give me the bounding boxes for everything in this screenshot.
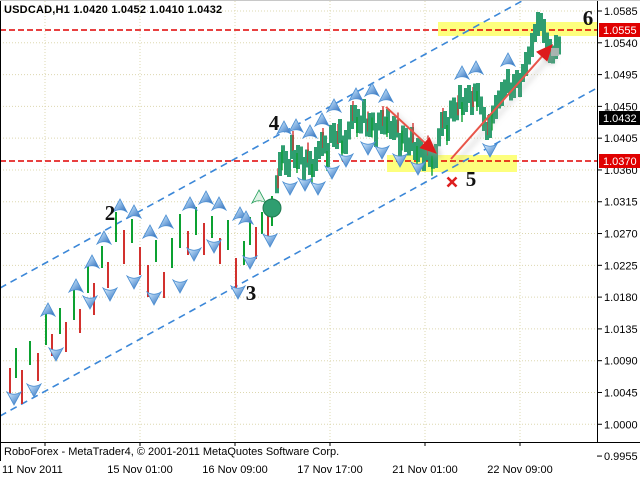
y-axis-label: 1.0135 [604, 324, 638, 336]
y-axis-label: 1.0540 [604, 38, 638, 50]
wave-label: 3 [246, 281, 257, 305]
y-axis-label: 0.9955 [604, 451, 638, 463]
chart-title: USDCAD,H1 1.0420 1.0452 1.0410 1.0432 [4, 4, 222, 16]
wave-label: 6 [583, 6, 594, 30]
x-axis-label: 21 Nov 01:00 [392, 464, 457, 476]
y-axis-label: 1.0405 [604, 133, 638, 145]
fractal-up-icon [199, 191, 213, 204]
fractal-up-icon [455, 66, 469, 79]
fractal-up-icon [159, 215, 173, 228]
y-axis-label: 1.0000 [604, 419, 638, 431]
wave-label: 5 [466, 167, 477, 191]
fractal-down-icon [147, 292, 161, 305]
fractal-down-icon [27, 384, 41, 397]
x-axis-label: 11 Nov 2011 [2, 464, 63, 476]
x-axis-label: 15 Nov 01:00 [107, 464, 172, 476]
fractal-up-icon [303, 125, 317, 138]
fractal-up-icon [365, 83, 379, 96]
fractal-down-icon [311, 182, 325, 195]
y-axis-label: 1.0270 [604, 229, 638, 241]
wave-label: 2 [105, 201, 116, 225]
trend-channel-line [0, 1, 522, 288]
price-tag-label: 1.0432 [603, 113, 637, 125]
fractal-down-icon [263, 234, 277, 247]
trend-channel-line [0, 88, 597, 416]
fractal-down-icon [207, 240, 221, 253]
copyright-text: RoboForex - MetaTrader4, © 2001-2011 Met… [4, 446, 339, 458]
price-tag-label: 1.0555 [603, 25, 637, 37]
arrow-anchor-square [551, 48, 559, 56]
fractal-up-icon [252, 190, 266, 203]
fractal-down-icon [325, 166, 339, 179]
fractal-down-icon [231, 286, 245, 299]
fractal-up-icon [85, 255, 99, 268]
x-axis-label: 17 Nov 17:00 [297, 464, 362, 476]
fractal-up-icon [315, 113, 329, 126]
fractal-down-icon [243, 256, 257, 269]
y-axis-label: 1.0585 [604, 6, 638, 18]
fractal-down-icon [339, 154, 353, 167]
fractal-up-icon [289, 119, 303, 132]
fractal-down-icon [187, 248, 201, 261]
fractal-down-icon [103, 288, 117, 301]
fractal-up-icon [183, 197, 197, 210]
x-axis-label: 22 Nov 09:00 [487, 464, 552, 476]
fractal-down-icon [283, 182, 297, 195]
price-chart-canvas[interactable]: 234561.05851.05401.04951.04501.04051.036… [0, 1, 640, 481]
entry-point-circle [263, 199, 281, 217]
fractal-up-icon [69, 279, 83, 292]
y-axis-label: 1.0495 [604, 70, 638, 82]
fractal-up-icon [379, 89, 393, 102]
fractal-up-icon [469, 61, 483, 74]
wave-label: 4 [269, 111, 280, 135]
fractal-up-icon [501, 53, 515, 66]
fractal-down-icon [298, 178, 312, 191]
price-tag-label: 1.0370 [603, 156, 637, 168]
y-axis-label: 1.0225 [604, 260, 638, 272]
y-axis-label: 1.0180 [604, 292, 638, 304]
x-axis-label: 16 Nov 09:00 [202, 464, 267, 476]
y-axis-label: 1.0045 [604, 387, 638, 399]
fractal-down-icon [361, 142, 375, 155]
fractal-down-icon [375, 146, 389, 159]
axes[interactable]: 1.05851.05401.04951.04501.04051.03601.03… [0, 1, 640, 476]
y-axis-label: 1.0090 [604, 356, 638, 368]
fractal-up-icon [212, 197, 226, 210]
y-axis-label: 1.0315 [604, 197, 638, 209]
fractal-up-icon [41, 303, 55, 316]
fractal-down-icon [173, 280, 187, 293]
fractal-up-icon [143, 225, 157, 238]
highlight-zone [438, 22, 598, 36]
gridlines [0, 1, 597, 442]
fractal-down-icon [7, 392, 21, 405]
fractal-down-icon [127, 276, 141, 289]
mt4-chart-window: USDCAD,H1 1.0420 1.0452 1.0410 1.0432 2 3… [0, 0, 640, 481]
